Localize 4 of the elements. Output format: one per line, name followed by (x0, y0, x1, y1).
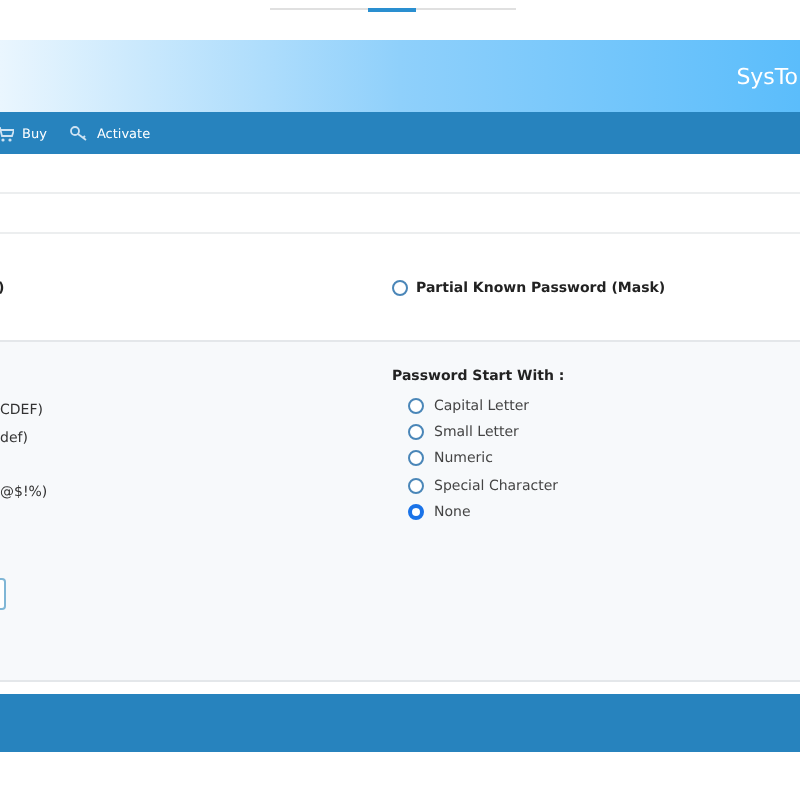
cart-icon (0, 125, 14, 141)
key-icon (70, 125, 89, 141)
input-field[interactable] (0, 578, 6, 610)
brand-name: SysTo (736, 63, 798, 89)
